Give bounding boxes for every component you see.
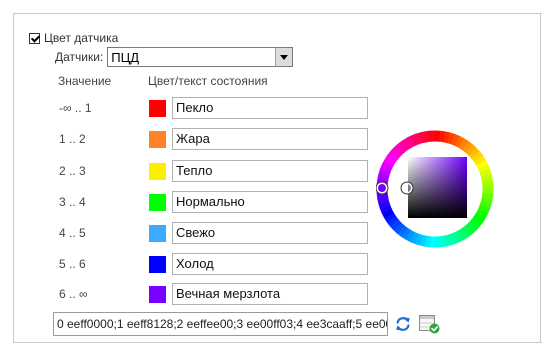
color-picker-wheel[interactable] xyxy=(376,130,494,248)
value-column-header: Значение xyxy=(58,74,112,88)
state-text-input[interactable]: Холод xyxy=(172,253,368,275)
state-column-header: Цвет/текст состояния xyxy=(148,74,268,88)
range-value: 4 .. 5 xyxy=(59,226,86,240)
state-text-input[interactable]: Вечная мерзлота xyxy=(172,283,368,305)
color-swatch[interactable] xyxy=(149,256,166,273)
range-value: 1 .. 2 xyxy=(59,132,86,146)
sensor-label: Датчики: xyxy=(55,50,104,64)
range-value: 5 .. 6 xyxy=(59,257,86,271)
state-text-input[interactable]: Тепло xyxy=(172,160,368,182)
sensor-select-value: ПЦД xyxy=(111,49,140,65)
sensor-row: Датчики: ПЦД xyxy=(55,47,294,67)
state-text-input[interactable]: Жара xyxy=(172,128,368,150)
range-value: 3 .. 4 xyxy=(59,195,86,209)
sensor-color-checkbox[interactable] xyxy=(29,32,40,44)
table-ok-icon[interactable] xyxy=(418,313,442,335)
chevron-down-icon[interactable] xyxy=(275,48,293,66)
color-swatch[interactable] xyxy=(149,163,166,180)
range-value: 6 .. ∞ xyxy=(59,287,88,301)
sensor-select[interactable]: ПЦД xyxy=(107,47,294,67)
color-code-input[interactable]: 0 eeff0000;1 eeff8128;2 eeffee00;3 ee00f… xyxy=(53,312,388,336)
refresh-icon[interactable] xyxy=(394,315,412,333)
sensor-color-checkbox-row[interactable]: Цвет датчика xyxy=(29,31,118,45)
sensor-color-label: Цвет датчика xyxy=(44,31,119,45)
value-overlay xyxy=(408,157,467,218)
range-value: -∞ .. 1 xyxy=(59,101,92,115)
color-swatch[interactable] xyxy=(149,286,166,303)
panel-border xyxy=(540,13,541,343)
state-text-input[interactable]: Пекло xyxy=(172,97,368,119)
range-value: 2 .. 3 xyxy=(59,164,86,178)
color-swatch[interactable] xyxy=(149,225,166,242)
state-text-input[interactable]: Нормально xyxy=(172,191,368,213)
color-swatch[interactable] xyxy=(149,131,166,148)
color-swatch[interactable] xyxy=(149,100,166,117)
color-swatch[interactable] xyxy=(149,194,166,211)
state-text-input[interactable]: Свежо xyxy=(172,222,368,244)
